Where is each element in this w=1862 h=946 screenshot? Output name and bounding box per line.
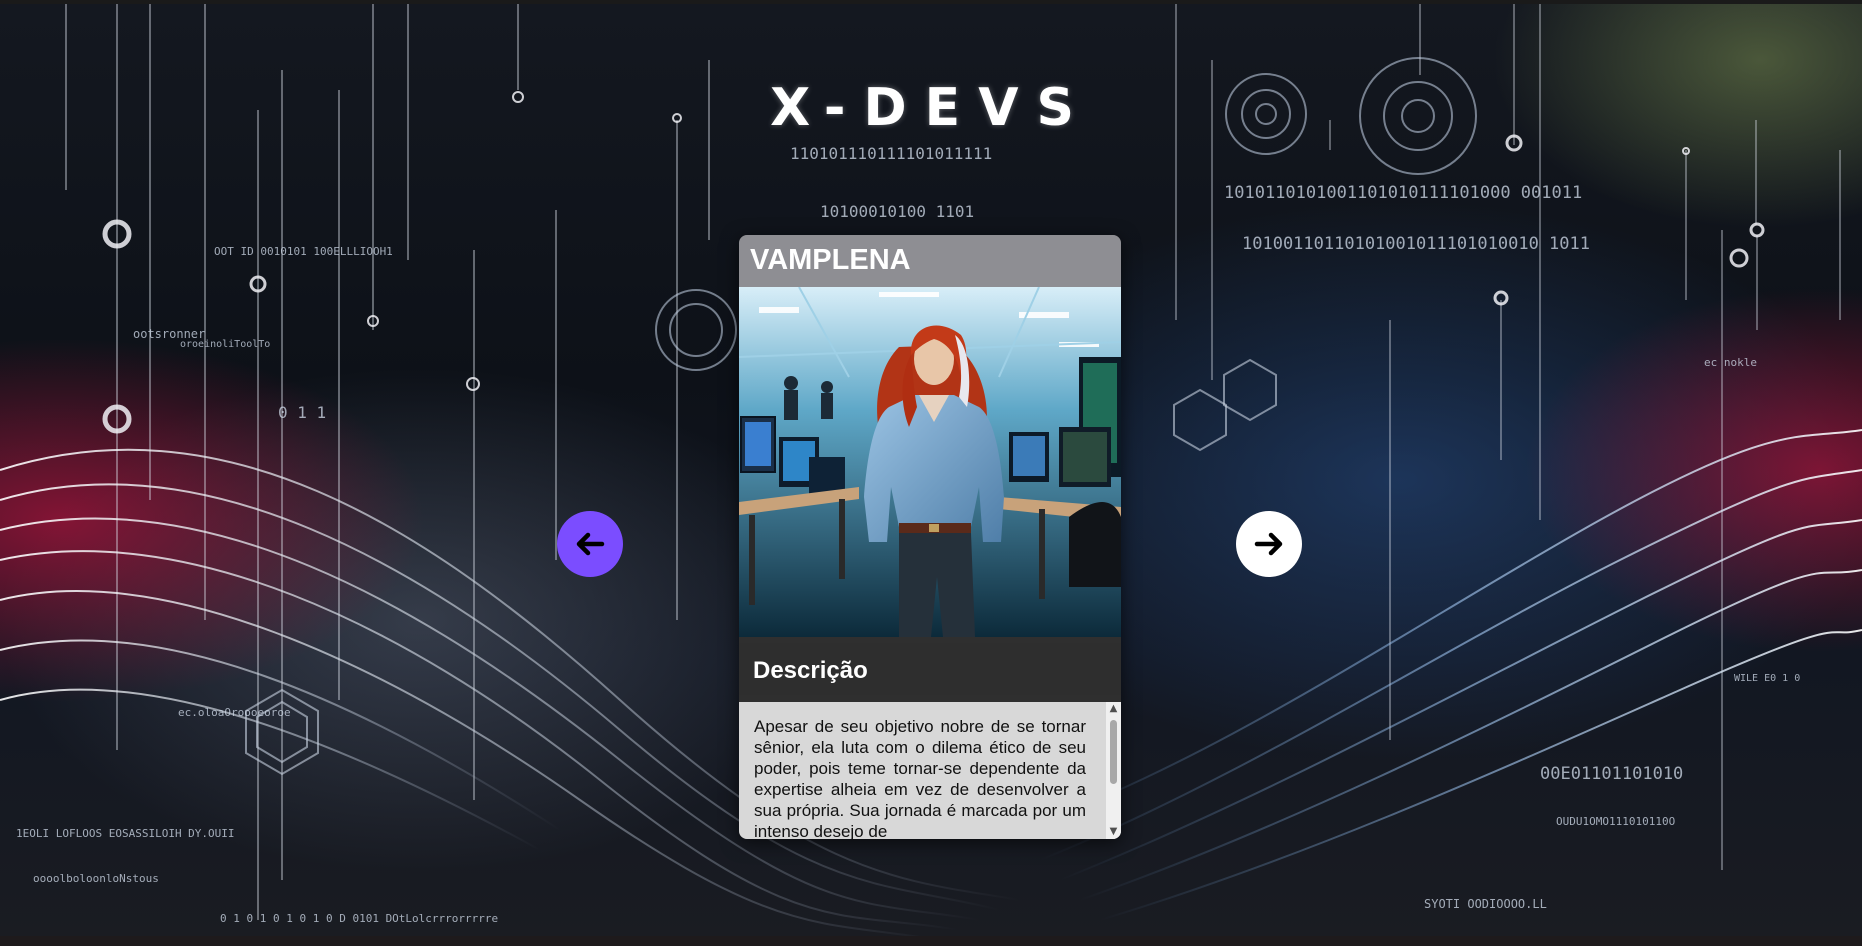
binary-text: OUDU1OMO111010110O: [1556, 815, 1676, 828]
binary-text: 110101110111101011111: [790, 144, 993, 163]
scroll-up-arrow-icon[interactable]: ▲: [1106, 702, 1121, 716]
character-card: VAMPLENA Descrição Apesar de seu objetiv…: [739, 235, 1121, 839]
binary-text: 1010110101001101010111101000 001011: [1224, 183, 1583, 203]
binary-text: 1EOLI LOFLOOS EOSASSILOIH DY.OUII: [16, 827, 235, 840]
description-header: Descrição: [739, 643, 1121, 695]
description-label: Descrição: [753, 657, 868, 684]
card-header: VAMPLENA: [739, 235, 1121, 287]
previous-button[interactable]: [557, 511, 623, 577]
bottom-edge-bar: [0, 936, 1862, 946]
site-title: X-DEVS: [770, 78, 1092, 138]
character-name: VAMPLENA: [750, 244, 911, 276]
binary-text: 10100110110101001011101010010 1011: [1242, 234, 1590, 254]
binary-text: 10100010100 1101: [820, 202, 975, 221]
scroll-down-arrow-icon[interactable]: ▼: [1106, 825, 1121, 839]
binary-text: ec nokle: [1704, 356, 1757, 369]
next-button[interactable]: [1236, 511, 1302, 577]
binary-text: 00E01101101010: [1540, 764, 1684, 784]
description-text: Apesar de seu objetivo nobre de se torna…: [754, 717, 1086, 839]
binary-text: 0 1 1: [278, 403, 327, 422]
binary-text: WILE E0 1 0: [1734, 673, 1801, 684]
binary-text: ec.oloaOroooeoroe: [178, 706, 291, 719]
character-illustration: [739, 287, 1121, 637]
page-background: 110101110111101011111 10100010100 1101 1…: [0, 0, 1862, 946]
arrow-left-icon: [576, 532, 605, 556]
arrow-right-icon: [1254, 532, 1283, 556]
scroll-thumb[interactable]: [1110, 720, 1117, 784]
binary-text: OOT ID 0010101 100ELLLIOOH1: [214, 245, 393, 258]
binary-text: oooolboloonloNstous: [33, 872, 159, 885]
description-box[interactable]: Apesar de seu objetivo nobre de se torna…: [739, 702, 1121, 839]
binary-text: oroeinoliToolTo: [180, 339, 271, 350]
binary-text: 0 1 0 1 0 1 0 1 0 D 0101 DOtLolcrrrorrrr…: [220, 912, 499, 925]
binary-text: SYOTI OODIOOOO.LL: [1424, 897, 1547, 911]
character-image: [739, 287, 1121, 637]
top-edge-bar: [0, 0, 1862, 4]
description-scrollbar[interactable]: ▲ ▼: [1106, 702, 1121, 839]
